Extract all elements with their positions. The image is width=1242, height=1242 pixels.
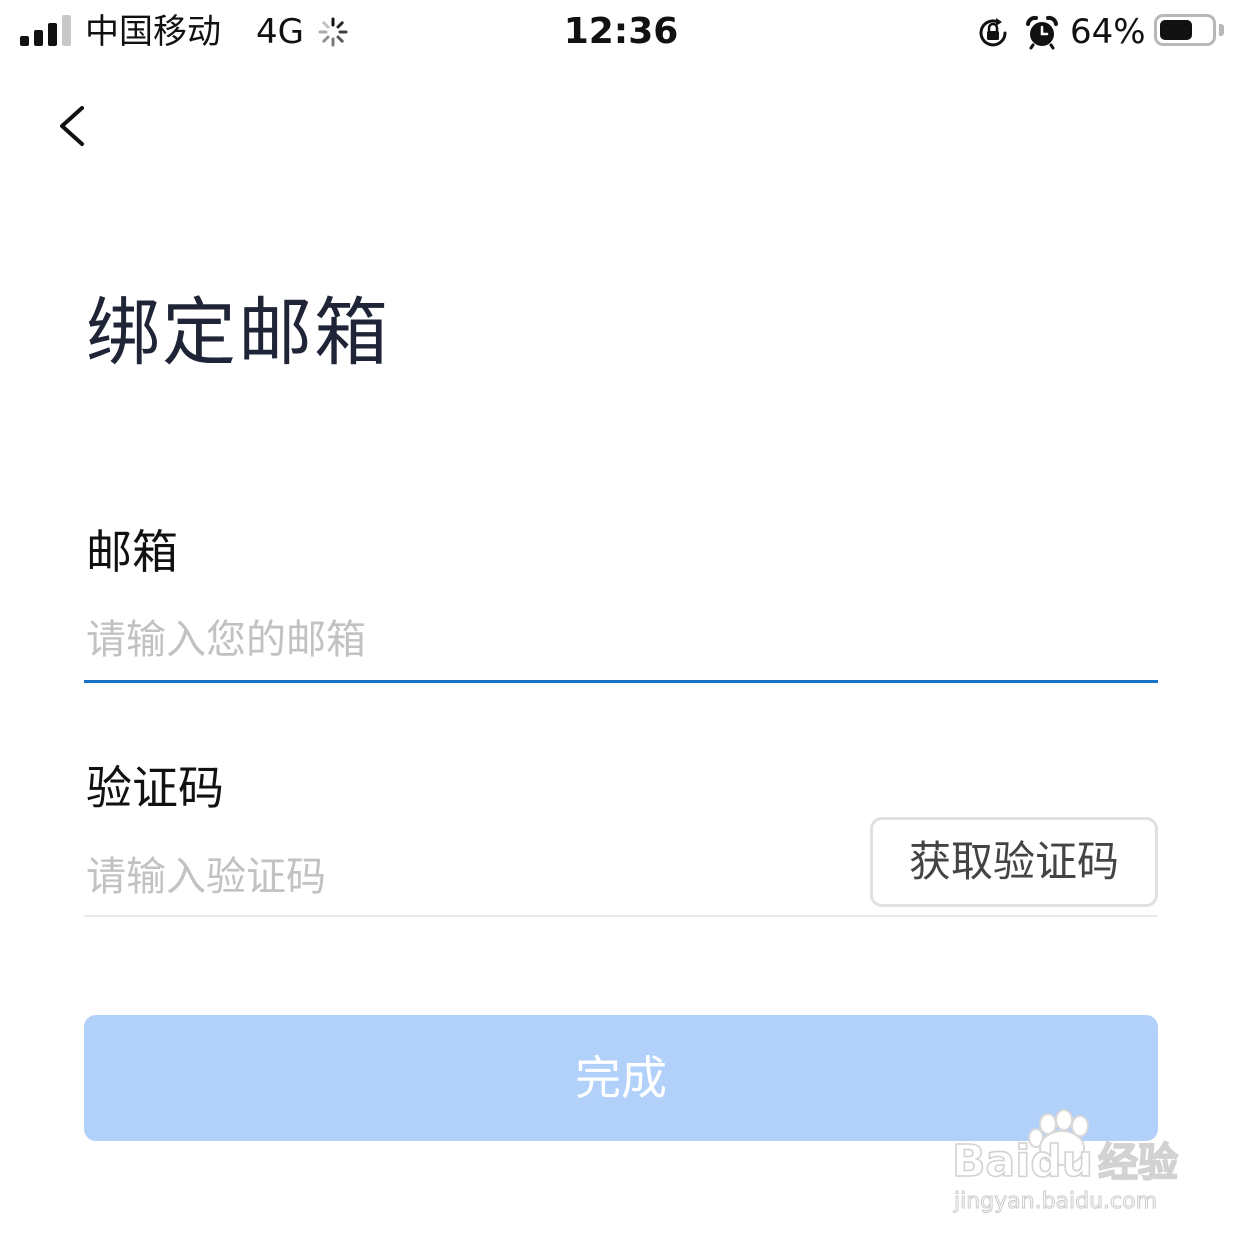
page-title: 绑定邮箱 xyxy=(86,290,390,376)
activity-spinner-icon xyxy=(318,17,348,47)
get-verification-code-button[interactable]: 获取验证码 xyxy=(870,817,1158,907)
alarm-clock-icon xyxy=(1026,15,1058,50)
watermark-brand-cn: 经验 xyxy=(1098,1140,1178,1186)
battery-cap xyxy=(1219,24,1224,36)
back-button[interactable] xyxy=(50,96,100,156)
battery-level-fill xyxy=(1160,20,1192,40)
watermark-brand: Baidu xyxy=(952,1136,1093,1187)
status-bar: 中国移动 4G 12:36 64% xyxy=(0,0,1242,64)
carrier-name: 中国移动 xyxy=(85,12,221,52)
verification-code-underline xyxy=(84,915,1158,917)
verification-code-label: 验证码 xyxy=(86,761,224,815)
email-label: 邮箱 xyxy=(86,525,178,579)
verification-code-input[interactable] xyxy=(84,845,854,909)
email-input[interactable] xyxy=(84,608,1158,672)
rotation-lock-icon xyxy=(979,18,1007,47)
submit-button[interactable]: 完成 xyxy=(84,1015,1158,1141)
battery-icon xyxy=(1154,14,1216,46)
chevron-left-icon xyxy=(60,106,84,146)
cellular-signal-icon xyxy=(20,14,72,46)
battery-percentage: 64% xyxy=(1070,12,1146,52)
watermark-url: jingyan.baidu.com xyxy=(953,1189,1157,1214)
network-type: 4G xyxy=(256,12,304,52)
email-input-underline xyxy=(84,680,1158,683)
